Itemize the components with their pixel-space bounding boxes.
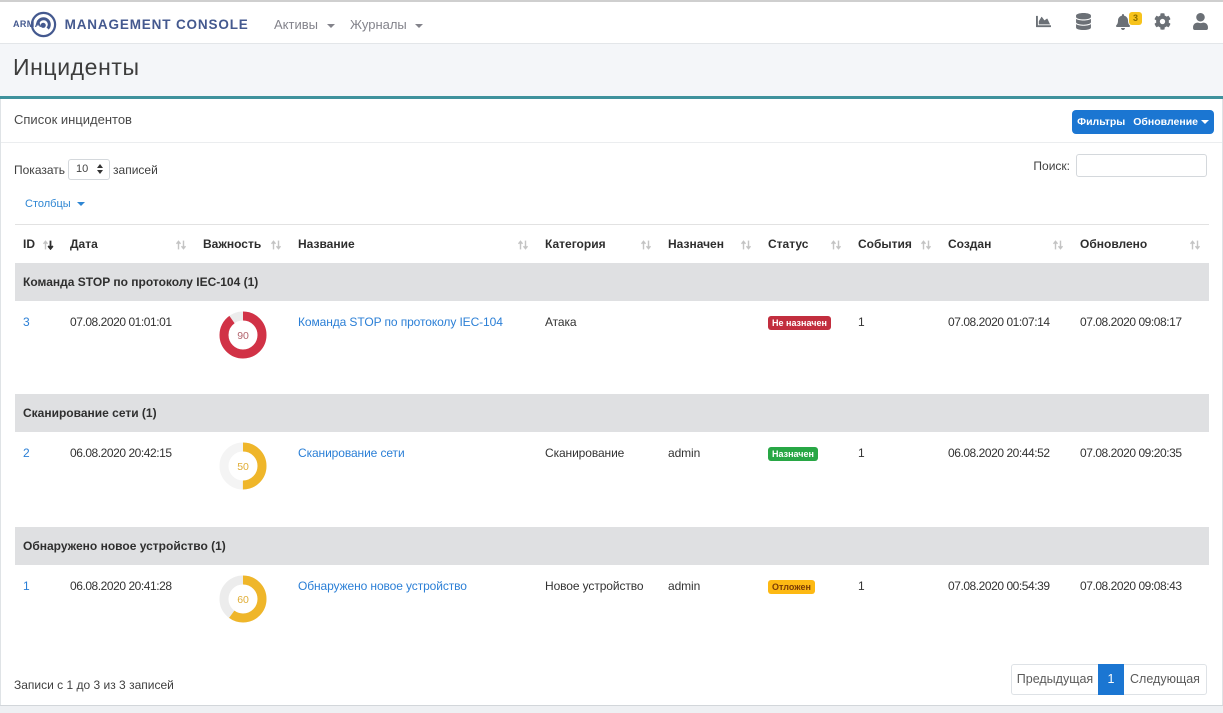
svg-text:90: 90: [237, 329, 249, 341]
svg-text:50: 50: [237, 460, 249, 472]
svg-text:60: 60: [237, 593, 249, 605]
